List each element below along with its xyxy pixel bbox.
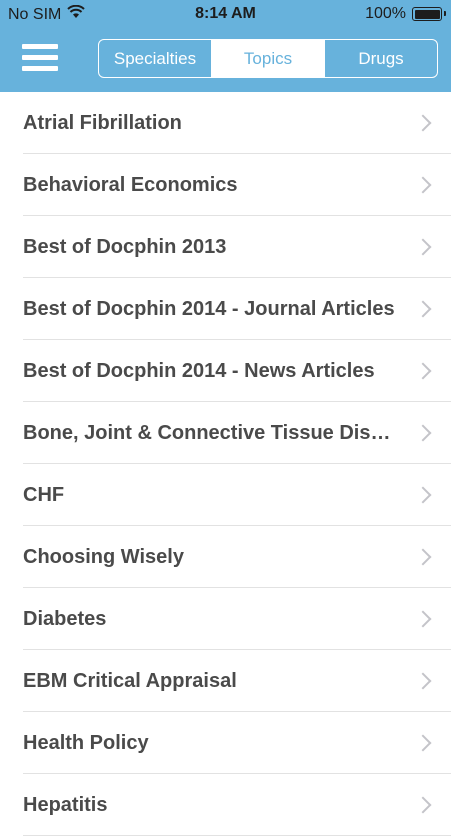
list-item-label: CHF (23, 483, 65, 506)
list-item[interactable]: EBM Critical Appraisal (0, 650, 451, 712)
list-item-label: Choosing Wisely (23, 545, 184, 568)
list-item[interactable]: Bone, Joint & Connective Tissue Diso… (0, 402, 451, 464)
chevron-right-icon (414, 486, 432, 504)
tab-specialties[interactable]: Specialties (99, 40, 212, 77)
list-item-label: EBM Critical Appraisal (23, 669, 237, 692)
list-item[interactable]: Behavioral Economics (0, 154, 451, 216)
chevron-right-icon (414, 114, 432, 132)
status-bar: No SIM 8:14 AM 100% (0, 0, 451, 30)
list-item-label: Atrial Fibrillation (23, 111, 182, 134)
chevron-right-icon (414, 796, 432, 814)
list-item[interactable]: Best of Docphin 2013 (0, 216, 451, 278)
menu-bar-bottom (22, 66, 58, 71)
list-item[interactable]: Choosing Wisely (0, 526, 451, 588)
list-item[interactable]: Atrial Fibrillation (0, 92, 451, 154)
chevron-right-icon (414, 734, 432, 752)
chevron-right-icon (414, 610, 432, 628)
app-header: No SIM 8:14 AM 100% Specialties Topics Dru… (0, 0, 451, 92)
list-item[interactable]: CHF (0, 464, 451, 526)
list-item-label: Bone, Joint & Connective Tissue Diso… (23, 421, 401, 444)
chevron-right-icon (414, 238, 432, 256)
battery-icon (412, 7, 446, 21)
topics-list: Atrial Fibrillation Behavioral Economics B… (0, 92, 451, 836)
list-item-label: Best of Docphin 2013 (23, 235, 227, 258)
list-item-label: Hepatitis (23, 793, 108, 816)
menu-bar-top (22, 44, 58, 49)
battery-fill (414, 9, 440, 19)
chevron-right-icon (414, 362, 432, 380)
category-segmented-control: Specialties Topics Drugs (98, 39, 438, 78)
tab-topics[interactable]: Topics (212, 40, 325, 77)
list-item[interactable]: Best of Docphin 2014 - News Articles (0, 340, 451, 402)
chevron-right-icon (414, 424, 432, 442)
chevron-right-icon (414, 672, 432, 690)
status-right: 100% (365, 5, 446, 23)
list-item[interactable]: Hepatitis (0, 774, 451, 836)
tab-drugs[interactable]: Drugs (325, 40, 437, 77)
chevron-right-icon (414, 548, 432, 566)
menu-bar-middle (22, 55, 58, 60)
list-item[interactable]: Diabetes (0, 588, 451, 650)
list-item-label: Best of Docphin 2014 - Journal Articles (23, 297, 395, 320)
list-item-label: Best of Docphin 2014 - News Articles (23, 359, 375, 382)
battery-percent: 100% (365, 5, 406, 22)
hamburger-menu-icon[interactable] (22, 44, 58, 74)
chevron-right-icon (414, 300, 432, 318)
chevron-right-icon (414, 176, 432, 194)
list-item[interactable]: Health Policy (0, 712, 451, 774)
list-item-label: Behavioral Economics (23, 173, 238, 196)
list-item[interactable]: Best of Docphin 2014 - Journal Articles (0, 278, 451, 340)
list-item-label: Health Policy (23, 731, 149, 754)
list-item-label: Diabetes (23, 607, 107, 630)
